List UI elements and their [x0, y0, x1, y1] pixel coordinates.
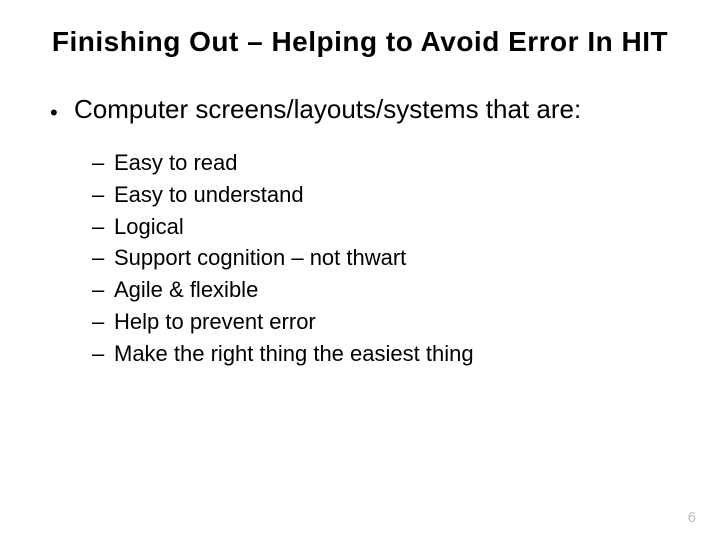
sub-list: Easy to read Easy to understand Logical … [50, 147, 680, 370]
dash-icon [92, 147, 114, 179]
slide-title: Finishing Out – Helping to Avoid Error I… [40, 24, 680, 59]
sub-text: Support cognition – not thwart [114, 242, 680, 274]
dash-icon [92, 179, 114, 211]
bullet-item: Computer screens/layouts/systems that ar… [50, 93, 680, 129]
bullet-icon [50, 93, 74, 129]
dash-icon [92, 338, 114, 370]
dash-icon [92, 306, 114, 338]
list-item: Agile & flexible [92, 274, 680, 306]
sub-text: Easy to understand [114, 179, 680, 211]
sub-text: Agile & flexible [114, 274, 680, 306]
dash-icon [92, 211, 114, 243]
list-item: Easy to understand [92, 179, 680, 211]
slide: Finishing Out – Helping to Avoid Error I… [0, 0, 720, 540]
sub-text: Easy to read [114, 147, 680, 179]
list-item: Make the right thing the easiest thing [92, 338, 680, 370]
sub-text: Help to prevent error [114, 306, 680, 338]
sub-text: Logical [114, 211, 680, 243]
slide-content: Computer screens/layouts/systems that ar… [40, 93, 680, 370]
list-item: Easy to read [92, 147, 680, 179]
list-item: Help to prevent error [92, 306, 680, 338]
list-item: Logical [92, 211, 680, 243]
dash-icon [92, 242, 114, 274]
page-number: 6 [688, 509, 696, 526]
list-item: Support cognition – not thwart [92, 242, 680, 274]
sub-text: Make the right thing the easiest thing [114, 338, 680, 370]
dash-icon [92, 274, 114, 306]
bullet-text: Computer screens/layouts/systems that ar… [74, 93, 680, 127]
